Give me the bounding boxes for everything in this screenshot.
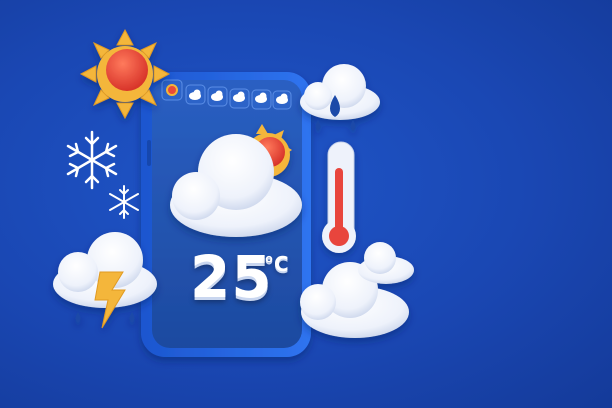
thermometer-icon (322, 141, 356, 253)
snowflake-icon (66, 130, 118, 190)
forecast-cloud-icon (185, 84, 206, 105)
forecast-cloud-rain-icon-2 (251, 89, 272, 110)
forecast-cloud-snow-icon (207, 86, 228, 107)
snowflake-small-icon (109, 185, 139, 219)
forecast-sun-icon (161, 79, 183, 101)
temperature-unit: °C (264, 252, 289, 276)
forecast-cloud-icon-2 (272, 90, 292, 110)
sun-icon (79, 28, 171, 120)
cloud-icon (300, 242, 414, 338)
weather-illustration (53, 28, 414, 357)
rain-cloud-icon (300, 64, 380, 131)
forecast-cloud-rain-icon (229, 88, 250, 109)
temperature-value: 25 (190, 243, 273, 311)
